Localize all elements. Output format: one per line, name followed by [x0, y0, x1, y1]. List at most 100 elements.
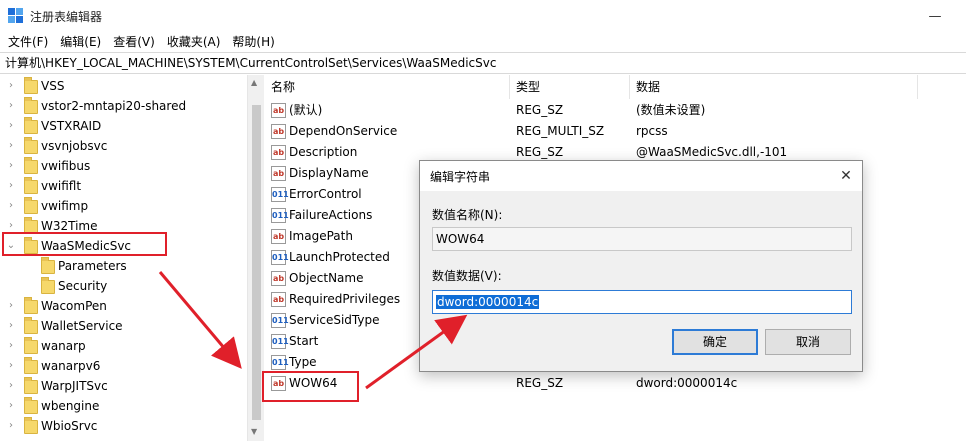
tree-item-label: Parameters — [58, 259, 127, 273]
binary-value-icon: 011 — [271, 208, 289, 223]
value-name: LaunchProtected — [289, 250, 390, 264]
tree-item[interactable]: › vwififlt — [0, 176, 247, 196]
column-name[interactable]: 名称 — [265, 75, 510, 99]
folder-icon — [24, 157, 38, 174]
chevron-right-icon[interactable]: › — [6, 201, 16, 211]
binary-value-icon: 011 — [271, 187, 289, 202]
chevron-right-icon[interactable]: › — [6, 361, 16, 371]
scroll-up-icon[interactable]: ▲ — [251, 78, 257, 87]
tree-item[interactable]: Security — [0, 276, 247, 296]
chevron-right-icon[interactable]: › — [6, 81, 16, 91]
value-name-label: 数值名称(N): — [432, 208, 503, 222]
value-type: REG_MULTI_SZ — [516, 124, 605, 138]
menu-view[interactable]: 查看(V) — [107, 32, 161, 52]
value-name: FailureActions — [289, 208, 373, 222]
value-row[interactable]: ab DependOnService REG_MULTI_SZ rpcss — [265, 121, 966, 142]
value-data: rpcss — [636, 124, 668, 138]
tree-item[interactable]: › vstor2-mntapi20-shared — [0, 96, 247, 116]
dialog-title: 编辑字符串 — [430, 170, 491, 184]
tree-item[interactable]: › VSTXRAID — [0, 116, 247, 136]
chevron-right-icon[interactable]: › — [6, 321, 16, 331]
folder-icon — [24, 97, 38, 114]
tree-item-label: vwififlt — [41, 179, 82, 193]
folder-icon — [24, 337, 38, 354]
highlight-box-value — [262, 371, 359, 402]
tree-item-label: vstor2-mntapi20-shared — [41, 99, 187, 113]
chevron-right-icon[interactable]: › — [6, 421, 16, 431]
address-bar[interactable]: 计算机\HKEY_LOCAL_MACHINE\SYSTEM\CurrentCon… — [0, 52, 966, 74]
folder-icon — [24, 417, 38, 434]
value-row[interactable]: ab (默认) REG_SZ (数值未设置) — [265, 100, 966, 121]
folder-icon — [41, 257, 55, 274]
registry-editor-icon — [8, 8, 24, 24]
title-bar: 注册表编辑器 — — [0, 0, 966, 32]
tree-item[interactable]: › wanarpv6 — [0, 356, 247, 376]
chevron-right-icon[interactable]: › — [6, 221, 16, 231]
tree-item[interactable]: › WbioSrvc — [0, 416, 247, 436]
value-name: Start — [289, 334, 319, 348]
tree-item[interactable]: › vwifimp — [0, 196, 247, 216]
tree-item-label: WalletService — [41, 319, 123, 333]
column-type[interactable]: 类型 — [510, 75, 630, 99]
chevron-right-icon[interactable]: › — [6, 341, 16, 351]
value-name: RequiredPrivileges — [289, 292, 401, 306]
chevron-right-icon[interactable]: › — [6, 161, 16, 171]
tree-item-label: wbengine — [41, 399, 100, 413]
tree-item[interactable]: › wanarp — [0, 336, 247, 356]
chevron-right-icon[interactable]: › — [6, 301, 16, 311]
cancel-button[interactable]: 取消 — [765, 329, 851, 355]
key-tree: › VSS › vstor2-mntapi20-shared › VSTXRAID › vsv… — [0, 75, 247, 441]
close-icon[interactable]: ✕ — [836, 166, 856, 186]
chevron-right-icon[interactable]: › — [6, 101, 16, 111]
menu-edit[interactable]: 编辑(E) — [54, 32, 107, 52]
tree-item[interactable]: › wbengine — [0, 396, 247, 416]
tree-item[interactable]: › vwifibus — [0, 156, 247, 176]
string-value-icon: ab — [271, 124, 286, 139]
folder-icon — [24, 197, 38, 214]
value-type: REG_SZ — [516, 376, 564, 390]
value-name: DisplayName — [289, 166, 369, 180]
tree-item[interactable]: › WarpJITSvc — [0, 376, 247, 396]
folder-icon — [41, 277, 55, 294]
tree-item[interactable]: › WacomPen — [0, 296, 247, 316]
folder-icon — [24, 317, 38, 334]
value-name: ServiceSidType — [289, 313, 380, 327]
scrollbar-thumb[interactable] — [252, 105, 261, 420]
tree-item[interactable]: Parameters — [0, 256, 247, 276]
menu-help[interactable]: 帮助(H) — [226, 32, 280, 52]
chevron-right-icon[interactable]: › — [6, 141, 16, 151]
value-name: ErrorControl — [289, 187, 362, 201]
value-name: ObjectName — [289, 271, 364, 285]
string-value-icon: ab — [271, 292, 286, 307]
tree-item-label: vsvnjobsvc — [41, 139, 108, 153]
column-data[interactable]: 数据 — [630, 75, 918, 99]
tree-item-label: WbioSrvc — [41, 419, 98, 433]
string-value-icon: ab — [271, 166, 286, 181]
value-data-input[interactable]: dword:0000014c — [432, 290, 852, 314]
chevron-right-icon[interactable]: › — [6, 401, 16, 411]
tree-item[interactable]: › VSS — [0, 76, 247, 96]
binary-value-icon: 011 — [271, 250, 289, 265]
tree-item[interactable]: › vsvnjobsvc — [0, 136, 247, 156]
value-name: ImagePath — [289, 229, 353, 243]
scroll-down-icon[interactable]: ▼ — [251, 427, 257, 436]
value-data-text[interactable]: dword:0000014c — [436, 295, 540, 309]
menu-favorites[interactable]: 收藏夹(A) — [161, 32, 227, 52]
chevron-right-icon[interactable]: › — [6, 181, 16, 191]
chevron-right-icon[interactable]: › — [6, 381, 16, 391]
menu-file[interactable]: 文件(F) — [2, 32, 54, 52]
column-header: 名称 类型 数据 — [265, 75, 966, 99]
edit-string-dialog: 编辑字符串 ✕ 数值名称(N): WOW64 数值数据(V): dword:00… — [419, 160, 863, 372]
ok-button[interactable]: 确定 — [672, 329, 758, 355]
tree-item-label: vwifibus — [41, 159, 91, 173]
value-row[interactable]: ab WOW64 REG_SZ dword:0000014c — [265, 373, 966, 394]
chevron-right-icon[interactable]: › — [6, 121, 16, 131]
tree-item[interactable]: › WalletService — [0, 316, 247, 336]
minimize-button[interactable]: — — [912, 0, 958, 32]
tree-item-label: WacomPen — [41, 299, 107, 313]
binary-value-icon: 011 — [271, 355, 289, 370]
folder-icon — [24, 357, 38, 374]
string-value-icon: ab — [271, 229, 286, 244]
highlight-box-key — [2, 232, 167, 256]
folder-icon — [24, 77, 38, 94]
